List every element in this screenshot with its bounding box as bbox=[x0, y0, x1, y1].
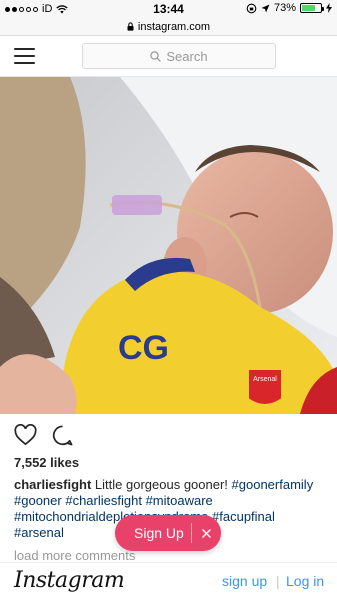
search-icon bbox=[150, 50, 162, 62]
heart-icon[interactable] bbox=[14, 424, 37, 447]
caption-username[interactable]: charliesfight bbox=[14, 477, 91, 492]
sign-up-link[interactable]: sign up bbox=[222, 573, 267, 589]
hashtag[interactable]: #gooner bbox=[14, 493, 62, 508]
battery-level bbox=[302, 5, 316, 11]
search-placeholder: Search bbox=[166, 48, 208, 64]
separator: | bbox=[276, 573, 280, 589]
hashtag[interactable]: #facupfinal bbox=[212, 509, 275, 524]
load-more-comments[interactable]: load more comments bbox=[14, 548, 135, 563]
log-in-link[interactable]: Log in bbox=[286, 573, 324, 589]
status-bar: iD 13:44 73% bbox=[0, 0, 337, 18]
bottom-bar: Instagram sign up | Log in bbox=[0, 562, 337, 600]
hashtag[interactable]: #charliesfight bbox=[65, 493, 142, 508]
hamburger-icon[interactable] bbox=[14, 48, 35, 64]
comment-icon[interactable] bbox=[51, 424, 74, 447]
rotation-lock-icon bbox=[246, 3, 257, 13]
caption-text: Little gorgeous gooner! bbox=[94, 477, 228, 492]
likes-count[interactable]: 7,552 likes bbox=[14, 455, 79, 470]
sign-up-button[interactable]: Sign Up bbox=[115, 525, 191, 541]
battery-icon bbox=[300, 3, 324, 13]
close-button[interactable] bbox=[192, 515, 221, 551]
badge-text: Arsenal bbox=[253, 376, 277, 383]
charging-bolt-icon bbox=[326, 3, 332, 13]
post-actions bbox=[14, 424, 74, 447]
sign-up-pill: Sign Up bbox=[115, 515, 221, 551]
location-arrow-icon bbox=[261, 4, 270, 12]
status-right: 73% bbox=[246, 2, 332, 14]
hashtag[interactable]: #mitoaware bbox=[146, 493, 213, 508]
search-input[interactable]: Search bbox=[82, 43, 276, 69]
battery-percent: 73% bbox=[273, 2, 296, 14]
instagram-header: Search bbox=[0, 37, 337, 77]
close-icon bbox=[202, 528, 211, 538]
post-photo[interactable]: CG Arsenal bbox=[0, 77, 337, 414]
post-photo-illustration: CG Arsenal bbox=[0, 77, 337, 414]
lock-icon bbox=[127, 22, 134, 31]
hashtag[interactable]: #goonerfamily bbox=[232, 477, 314, 492]
instagram-logo[interactable]: Instagram bbox=[14, 568, 125, 593]
hashtag[interactable]: #arsenal bbox=[14, 525, 64, 540]
url-text: instagram.com bbox=[137, 20, 211, 33]
address-bar[interactable]: instagram.com bbox=[0, 18, 337, 36]
shirt-initials: CG bbox=[118, 329, 169, 367]
